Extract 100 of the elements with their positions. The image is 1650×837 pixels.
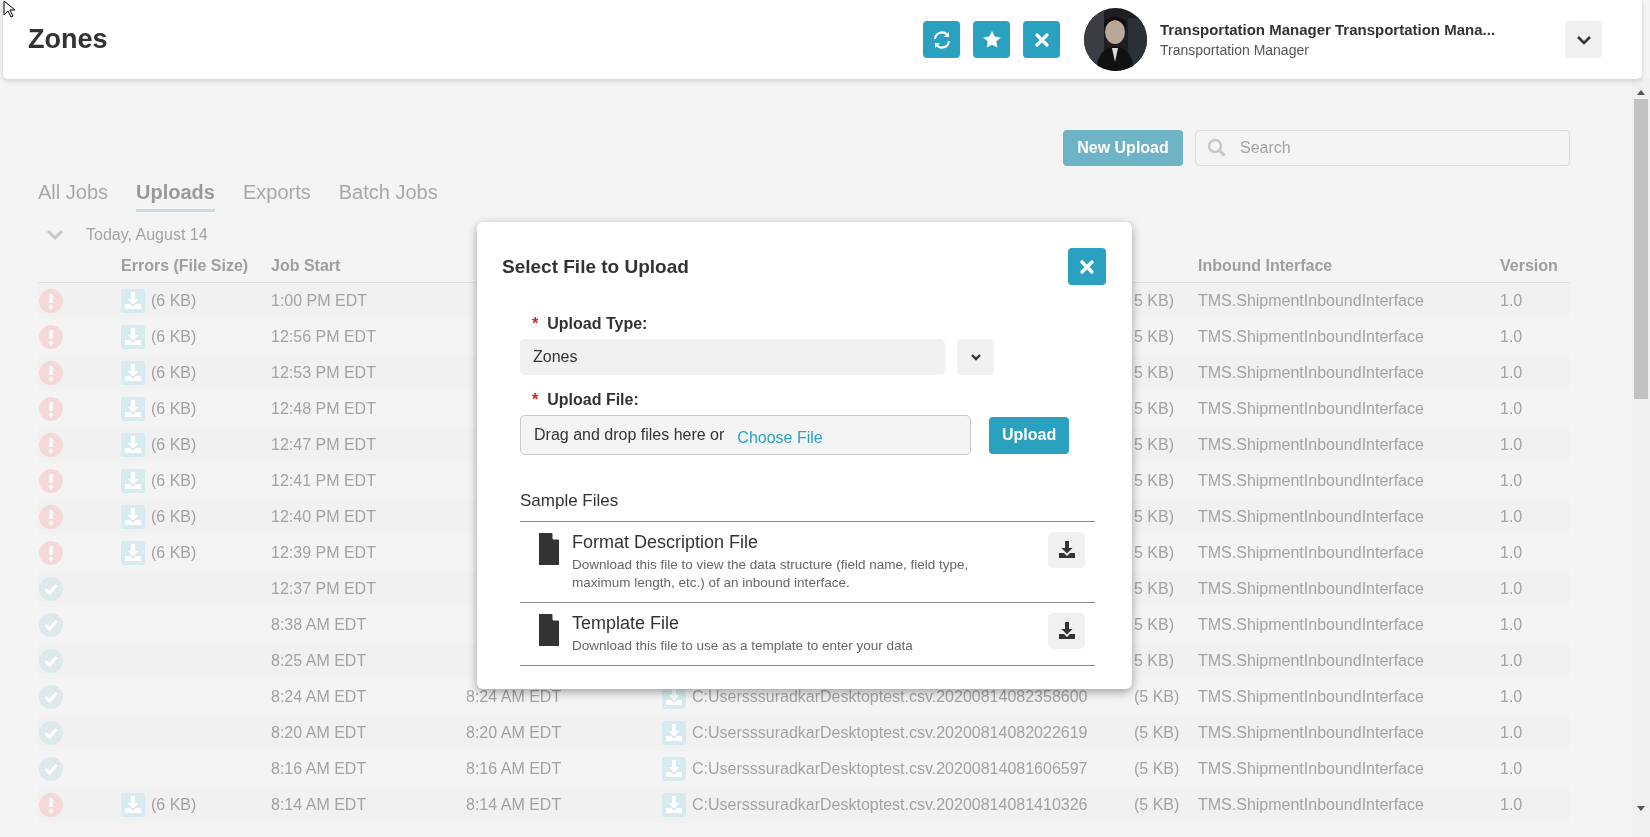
table-cell-text: TMS.ShipmentInboundInterface — [1198, 472, 1425, 490]
section-heading: Sample Files — [520, 491, 620, 511]
file-size: 5 KB) — [1134, 616, 1175, 634]
tab[interactable]: Exports — [242, 180, 311, 212]
success-icon — [38, 756, 64, 782]
favorite-button[interactable] — [973, 21, 1010, 58]
table-cell-text: 12:41 PM EDT — [271, 472, 377, 490]
search-field[interactable]: Search — [1195, 130, 1570, 166]
file-size: (5 KB) — [1134, 796, 1181, 814]
file-name: C:UsersssuradkarDesktoptest.csv.20200814081410326 — [692, 796, 1088, 814]
error-icon — [38, 540, 64, 566]
group-label: Today, August 14 — [86, 226, 208, 244]
table-cell-text: 12:47 PM EDT — [271, 436, 377, 454]
table-cell-text: TMS.ShipmentInboundInterface — [1198, 652, 1425, 670]
upload-type-dropdown[interactable]: Zones — [520, 339, 945, 375]
dropdown-button[interactable] — [957, 339, 994, 375]
success-icon — [38, 576, 64, 602]
dialog-title: Select File to Upload — [502, 255, 689, 278]
drop-zone-prompt: Drag and drop files here or — [534, 426, 725, 444]
file-title: Template File — [572, 613, 681, 634]
table-cell-text: 12:53 PM EDT — [271, 364, 377, 382]
table-cell-text: 8:20 AM EDT — [466, 724, 563, 742]
table-cell-text: 1.0 — [1500, 400, 1524, 418]
file-description: Download this file to view the data structure (field name, field type, maximum length, etc.) of an inbound interface. — [572, 556, 970, 592]
choose-file-link[interactable]: Choose File — [737, 423, 823, 447]
file-size: 5 KB) — [1134, 436, 1175, 454]
table-cell-text: 8:14 AM EDT — [271, 796, 368, 814]
table-cell-text: 1.0 — [1500, 544, 1524, 562]
table-cell-text: TMS.ShipmentInboundInterface — [1198, 796, 1425, 814]
success-icon — [38, 612, 64, 638]
file-size: (6 KB) — [151, 796, 197, 814]
file-size: (6 KB) — [151, 544, 197, 562]
download-icon[interactable] — [121, 289, 145, 313]
download-icon[interactable] — [121, 433, 145, 457]
success-icon — [38, 684, 64, 710]
download-icon[interactable] — [121, 397, 145, 421]
table-cell-text: 8:16 AM EDT — [466, 760, 563, 778]
column-header: Inbound Interface — [1198, 257, 1334, 275]
file-size: 5 KB) — [1134, 292, 1175, 310]
file-size: 5 KB) — [1134, 328, 1175, 346]
file-name: C:UsersssuradkarDesktoptest.csv.20200814082358600 — [692, 688, 1088, 706]
file-size: (5 KB) — [1134, 724, 1181, 742]
table-cell-text: 1.0 — [1500, 580, 1524, 598]
table-cell-text: TMS.ShipmentInboundInterface — [1198, 580, 1425, 598]
table-cell-text: 1.0 — [1500, 796, 1524, 814]
error-icon — [38, 360, 64, 386]
table-cell-text: 12:48 PM EDT — [271, 400, 377, 418]
table-cell-text: 8:24 AM EDT — [466, 688, 563, 706]
file-size: 5 KB) — [1134, 400, 1175, 418]
file-size: (6 KB) — [151, 508, 197, 526]
table-cell-text: TMS.ShipmentInboundInterface — [1198, 400, 1425, 418]
tab[interactable]: All Jobs — [38, 180, 109, 212]
close-button[interactable] — [1023, 21, 1060, 58]
file-size: (6 KB) — [151, 436, 197, 454]
download-icon[interactable] — [121, 469, 145, 493]
error-icon — [38, 468, 64, 494]
field-label: Upload File: — [547, 391, 639, 409]
refresh-button[interactable] — [923, 21, 960, 58]
table-cell-text: TMS.ShipmentInboundInterface — [1198, 760, 1425, 778]
table-cell-text: TMS.ShipmentInboundInterface — [1198, 328, 1425, 346]
table-cell-text: TMS.ShipmentInboundInterface — [1198, 364, 1425, 382]
table-cell-text: 1.0 — [1500, 724, 1524, 742]
file-size: 5 KB) — [1134, 580, 1175, 598]
download-icon[interactable] — [662, 793, 686, 817]
table-cell-text: TMS.ShipmentInboundInterface — [1198, 508, 1425, 526]
chevron-icon[interactable] — [46, 229, 64, 241]
download-icon[interactable] — [121, 505, 145, 529]
download-icon[interactable] — [662, 721, 686, 745]
close-icon — [1078, 257, 1096, 276]
table-cell-text: 1.0 — [1500, 652, 1524, 670]
file-size: (6 KB) — [151, 472, 197, 490]
column-header: Version — [1500, 257, 1559, 275]
file-drop-zone[interactable]: Drag and drop files here or Choose File — [520, 415, 971, 455]
table-cell-text: 1.0 — [1500, 328, 1524, 346]
close-button[interactable] — [1068, 248, 1106, 285]
download-icon[interactable] — [662, 757, 686, 781]
table-cell-text: 12:40 PM EDT — [271, 508, 377, 526]
table-cell-text: 1.0 — [1500, 292, 1524, 310]
file-size: (6 KB) — [151, 364, 197, 382]
error-icon — [38, 396, 64, 422]
download-icon[interactable] — [121, 793, 145, 817]
tab[interactable]: Batch Jobs — [338, 180, 438, 212]
download-button[interactable] — [1048, 532, 1085, 568]
table-cell-text: TMS.ShipmentInboundInterface — [1198, 688, 1425, 706]
table-cell-text: 1.0 — [1500, 364, 1524, 382]
file-size: (6 KB) — [151, 328, 197, 346]
upload-button[interactable]: Upload — [989, 416, 1070, 454]
search-icon — [1207, 138, 1227, 158]
table-cell-text: TMS.ShipmentInboundInterface — [1198, 616, 1425, 634]
file-icon — [538, 532, 560, 566]
file-name: C:UsersssuradkarDesktoptest.csv.20200814081606597 — [692, 760, 1088, 778]
file-description: Download this file to use as a template to enter your data — [572, 637, 914, 655]
user-menu-button[interactable] — [1565, 21, 1602, 58]
new-upload-button[interactable]: New Upload — [1063, 130, 1183, 166]
download-button[interactable] — [1048, 613, 1085, 649]
table-cell-text: 1.0 — [1500, 508, 1524, 526]
tab[interactable]: Uploads — [136, 180, 215, 212]
download-icon[interactable] — [121, 361, 145, 385]
download-icon[interactable] — [121, 541, 145, 565]
download-icon[interactable] — [121, 325, 145, 349]
